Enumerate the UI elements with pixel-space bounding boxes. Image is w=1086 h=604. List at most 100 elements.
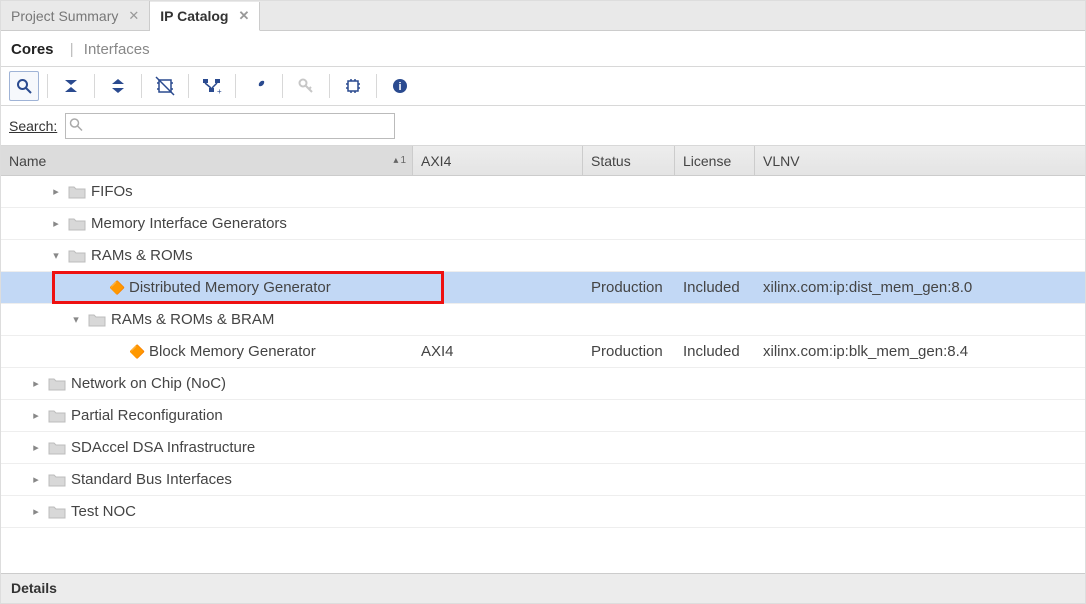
folder-icon — [49, 505, 65, 519]
search-input[interactable] — [65, 113, 395, 139]
cell-name: ▸Partial Reconfiguration — [1, 400, 413, 431]
cell-axi: AXI4 — [413, 343, 583, 360]
column-header-axi4[interactable]: AXI4 — [413, 146, 583, 175]
hierarchy-icon: + — [203, 78, 221, 94]
column-header-name[interactable]: Name ▴1 — [1, 146, 413, 175]
row-label: Test NOC — [71, 503, 136, 520]
folder-icon — [49, 441, 65, 455]
separator — [282, 74, 283, 98]
tab-label: IP Catalog — [160, 8, 228, 24]
table-row[interactable]: ▸ Test NOC — [1, 496, 1085, 528]
cell-status: Production — [583, 279, 675, 296]
column-header-vlnv[interactable]: VLNV — [755, 146, 1085, 175]
cell-name: ▸ Network on Chip (NoC) — [1, 368, 413, 399]
svg-text:+: + — [217, 87, 222, 96]
folder-icon — [69, 249, 85, 263]
add-repository-button[interactable] — [150, 71, 180, 101]
chevron-right-icon[interactable]: ▸ — [49, 185, 63, 198]
wrench-icon — [251, 78, 267, 94]
collapse-all-button[interactable] — [56, 71, 86, 101]
row-label: Network on Chip (NoC) — [71, 375, 226, 392]
search-button[interactable] — [9, 71, 39, 101]
search-icon — [69, 117, 83, 134]
row-label: Standard Bus Interfaces — [71, 471, 232, 488]
ip-core-icon: 🔶 — [109, 281, 123, 295]
expand-all-button[interactable] — [103, 71, 133, 101]
table-row[interactable]: 🔶Distributed Memory GeneratorProductionI… — [1, 272, 1085, 304]
column-header-license[interactable]: License — [675, 146, 755, 175]
cell-name: ▸ Test NOC — [1, 496, 413, 527]
ip-tree[interactable]: ▸ FIFOs ▸Memory Interface Generators ▾ RAMs … — [1, 176, 1085, 568]
editor-tabstrip: Project Summary ✕ IP Catalog ✕ — [1, 1, 1085, 31]
subtab-cores[interactable]: Cores — [11, 41, 54, 58]
row-label: RAMs & ROMs — [91, 247, 193, 264]
cell-name: 🔶Block Memory Generator — [1, 336, 413, 367]
column-label: VLNV — [763, 153, 800, 169]
details-panel-header[interactable]: Details — [1, 573, 1085, 603]
separator — [188, 74, 189, 98]
collapse-all-icon — [63, 78, 79, 94]
folder-icon — [49, 409, 65, 423]
ip-settings-button[interactable] — [244, 71, 274, 101]
license-button[interactable] — [291, 71, 321, 101]
close-icon[interactable]: ✕ — [238, 8, 249, 24]
column-label: AXI4 — [421, 153, 451, 169]
cell-lic: Included — [675, 343, 755, 360]
separator — [376, 74, 377, 98]
cell-name: ▾ RAMs & ROMs — [1, 240, 413, 271]
chevron-right-icon[interactable]: ▸ — [29, 377, 43, 390]
tab-ip-catalog[interactable]: IP Catalog ✕ — [150, 2, 260, 31]
close-icon[interactable]: ✕ — [128, 8, 139, 24]
tab-label: Project Summary — [11, 8, 118, 24]
subtab-interfaces[interactable]: Interfaces — [84, 41, 150, 58]
folder-icon — [49, 473, 65, 487]
key-icon — [298, 78, 314, 94]
expand-all-icon — [110, 78, 126, 94]
cell-name: ▸Memory Interface Generators — [1, 208, 413, 239]
row-label: Distributed Memory Generator — [129, 279, 331, 296]
hierarchy-button[interactable]: + — [197, 71, 227, 101]
separator — [94, 74, 95, 98]
table-row[interactable]: ▸ Standard Bus Interfaces — [1, 464, 1085, 496]
table-row[interactable]: ▾ RAMs & ROMs & BRAM — [1, 304, 1085, 336]
sort-indicator: ▴1 — [393, 155, 406, 166]
cell-name: ▸ Standard Bus Interfaces — [1, 464, 413, 495]
chevron-right-icon[interactable]: ▸ — [29, 409, 43, 422]
chevron-right-icon[interactable]: ▸ — [49, 217, 63, 230]
customize-ip-button[interactable] — [338, 71, 368, 101]
table-row[interactable]: 🔶Block Memory GeneratorAXI4ProductionInc… — [1, 336, 1085, 368]
separator — [47, 74, 48, 98]
table-row[interactable]: ▾ RAMs & ROMs — [1, 240, 1085, 272]
column-label: Name — [9, 153, 46, 169]
table-row[interactable]: ▸ Network on Chip (NoC) — [1, 368, 1085, 400]
cell-name: ▸ SDAccel DSA Infrastructure — [1, 432, 413, 463]
folder-icon — [69, 185, 85, 199]
table-row[interactable]: ▸Memory Interface Generators — [1, 208, 1085, 240]
chevron-right-icon[interactable]: ▸ — [29, 505, 43, 518]
table-row[interactable]: ▸Partial Reconfiguration — [1, 400, 1085, 432]
row-label: RAMs & ROMs & BRAM — [111, 311, 274, 328]
cell-vlnv: xilinx.com:ip:dist_mem_gen:8.0 — [755, 279, 1085, 296]
column-label: License — [683, 153, 731, 169]
info-button[interactable]: i — [385, 71, 415, 101]
table-header: Name ▴1 AXI4 Status License VLNV — [1, 146, 1085, 176]
column-header-status[interactable]: Status — [583, 146, 675, 175]
cell-status: Production — [583, 343, 675, 360]
chevron-right-icon[interactable]: ▸ — [29, 441, 43, 454]
column-label: Status — [591, 153, 631, 169]
chevron-right-icon[interactable]: ▸ — [29, 473, 43, 486]
table-row[interactable]: ▸ SDAccel DSA Infrastructure — [1, 432, 1085, 464]
table-row[interactable]: ▸ FIFOs — [1, 176, 1085, 208]
chevron-down-icon[interactable]: ▾ — [49, 249, 63, 262]
chevron-down-icon[interactable]: ▾ — [69, 313, 83, 326]
row-label: FIFOs — [91, 183, 133, 200]
svg-text:i: i — [398, 81, 401, 93]
tab-project-summary[interactable]: Project Summary ✕ — [1, 1, 150, 30]
separator — [141, 74, 142, 98]
catalog-subtabs: Cores | Interfaces — [1, 31, 1085, 66]
cell-vlnv: xilinx.com:ip:blk_mem_gen:8.4 — [755, 343, 1085, 360]
row-label: SDAccel DSA Infrastructure — [71, 439, 255, 456]
folder-icon — [69, 217, 85, 231]
cell-name: ▸ FIFOs — [1, 176, 413, 207]
separator — [329, 74, 330, 98]
